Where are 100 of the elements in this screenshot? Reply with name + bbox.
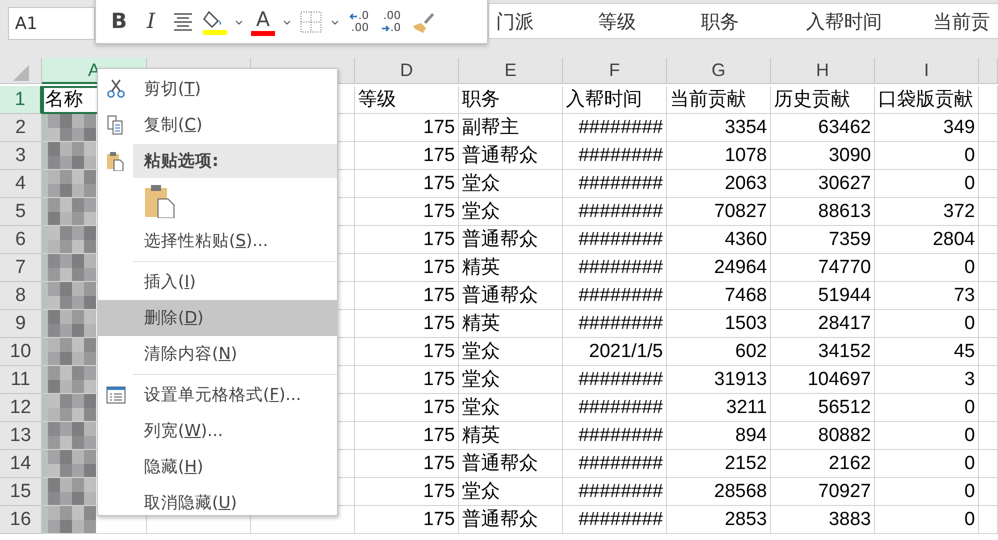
italic-button[interactable]: I — [136, 5, 166, 39]
table-cell: 7468 — [667, 282, 771, 310]
column-header[interactable]: F — [563, 58, 667, 84]
decrease-decimal-button[interactable]: .00 .0 — [376, 5, 406, 39]
table-cell: 0 — [875, 310, 979, 338]
column-header[interactable]: I — [875, 58, 979, 84]
table-cell: ######## — [563, 142, 667, 170]
table-cell: 历史贡献 — [771, 86, 875, 114]
empty-cell — [979, 450, 998, 478]
table-cell: 56512 — [771, 394, 875, 422]
table-cell: 175 — [355, 366, 459, 394]
table-cell: 1078 — [667, 142, 771, 170]
clipboard-icon — [106, 151, 126, 171]
row-header[interactable]: 8 — [0, 282, 42, 310]
menu-item[interactable]: 隐藏(H) — [98, 449, 337, 485]
row-header[interactable]: 9 — [0, 310, 42, 338]
row-header[interactable]: 15 — [0, 478, 42, 506]
table-cell: 0 — [875, 142, 979, 170]
table-cell: ######## — [563, 506, 667, 534]
increase-decimal-button[interactable]: .0 .00 — [344, 5, 374, 39]
left-arrow-icon — [349, 12, 358, 20]
table-cell: 24964 — [667, 254, 771, 282]
column-header[interactable]: D — [355, 58, 459, 84]
empty-cell — [979, 86, 998, 114]
row-header[interactable]: 7 — [0, 254, 42, 282]
table-cell: ######## — [563, 310, 667, 338]
column-header[interactable]: G — [667, 58, 771, 84]
row-header[interactable]: 14 — [0, 450, 42, 478]
column-header[interactable]: E — [459, 58, 563, 84]
table-cell: 175 — [355, 450, 459, 478]
table-cell: 0 — [875, 450, 979, 478]
table-cell: 普通帮众 — [459, 282, 563, 310]
clipboard-icon — [144, 184, 176, 218]
table-cell: ######## — [563, 226, 667, 254]
table-cell: ######## — [563, 394, 667, 422]
table-cell: 堂众 — [459, 478, 563, 506]
header-label: 入帮时间 — [806, 10, 882, 35]
table-cell: 3354 — [667, 114, 771, 142]
row-header[interactable]: 11 — [0, 366, 42, 394]
row-header[interactable]: 16 — [0, 506, 42, 534]
table-cell: 精英 — [459, 422, 563, 450]
row-header[interactable]: 1 — [0, 86, 42, 114]
table-cell: 堂众 — [459, 366, 563, 394]
scissors-icon — [106, 79, 126, 99]
table-cell: 45 — [875, 338, 979, 366]
row-header[interactable]: 5 — [0, 198, 42, 226]
empty-cell — [979, 198, 998, 226]
header-label: 职务 — [701, 10, 739, 35]
table-cell: 28417 — [771, 310, 875, 338]
table-cell: ######## — [563, 478, 667, 506]
empty-cell — [979, 394, 998, 422]
bold-button[interactable]: B — [104, 5, 134, 39]
caret-icon — [331, 20, 339, 24]
menu-item[interactable]: 取消隐藏(U) — [98, 485, 337, 521]
font-color-button[interactable]: A — [248, 5, 278, 39]
table-cell: 0 — [875, 478, 979, 506]
row-header[interactable]: 2 — [0, 114, 42, 142]
row-header[interactable]: 13 — [0, 422, 42, 450]
empty-cell — [979, 310, 998, 338]
table-cell: 104697 — [771, 366, 875, 394]
menu-item[interactable]: 设置单元格格式(F)... — [98, 377, 337, 413]
row-header[interactable]: 3 — [0, 142, 42, 170]
table-cell: 普通帮众 — [459, 226, 563, 254]
column-header[interactable]: H — [771, 58, 875, 84]
table-cell: 堂众 — [459, 338, 563, 366]
menu-item[interactable]: 插入(I) — [98, 264, 337, 300]
row-header[interactable]: 6 — [0, 226, 42, 254]
header-label: 门派 — [496, 10, 534, 35]
table-cell: 0 — [875, 170, 979, 198]
table-cell: 普通帮众 — [459, 450, 563, 478]
table-cell: 28568 — [667, 478, 771, 506]
empty-cell — [979, 254, 998, 282]
table-cell: 堂众 — [459, 170, 563, 198]
menu-heading: 粘贴选项: — [133, 144, 337, 178]
table-cell: 2804 — [875, 226, 979, 254]
table-cell: 精英 — [459, 310, 563, 338]
table-cell: ######## — [563, 366, 667, 394]
row-header[interactable]: 12 — [0, 394, 42, 422]
table-cell: 7359 — [771, 226, 875, 254]
menu-item[interactable]: 删除(D) — [98, 300, 337, 336]
table-cell: 175 — [355, 478, 459, 506]
paintbrush-icon — [411, 10, 435, 34]
menu-item[interactable]: 选择性粘贴(S)... — [98, 223, 337, 259]
table-cell: 175 — [355, 198, 459, 226]
table-cell: 0 — [875, 394, 979, 422]
header-label: 当前贡 — [933, 10, 990, 35]
table-cell: ######## — [563, 114, 667, 142]
table-cell: 30627 — [771, 170, 875, 198]
table-cell: ######## — [563, 198, 667, 226]
table-cell: 63462 — [771, 114, 875, 142]
row-header[interactable]: 4 — [0, 170, 42, 198]
menu-item[interactable]: 列宽(W)... — [98, 413, 337, 449]
table-cell: 70927 — [771, 478, 875, 506]
table-cell: 51944 — [771, 282, 875, 310]
table-cell: 2853 — [667, 506, 771, 534]
menu-item[interactable]: 清除内容(N) — [98, 336, 337, 372]
row-header[interactable]: 10 — [0, 338, 42, 366]
table-cell: 175 — [355, 114, 459, 142]
header-label: 等级 — [598, 10, 636, 35]
name-box[interactable]: A1 — [8, 7, 95, 40]
